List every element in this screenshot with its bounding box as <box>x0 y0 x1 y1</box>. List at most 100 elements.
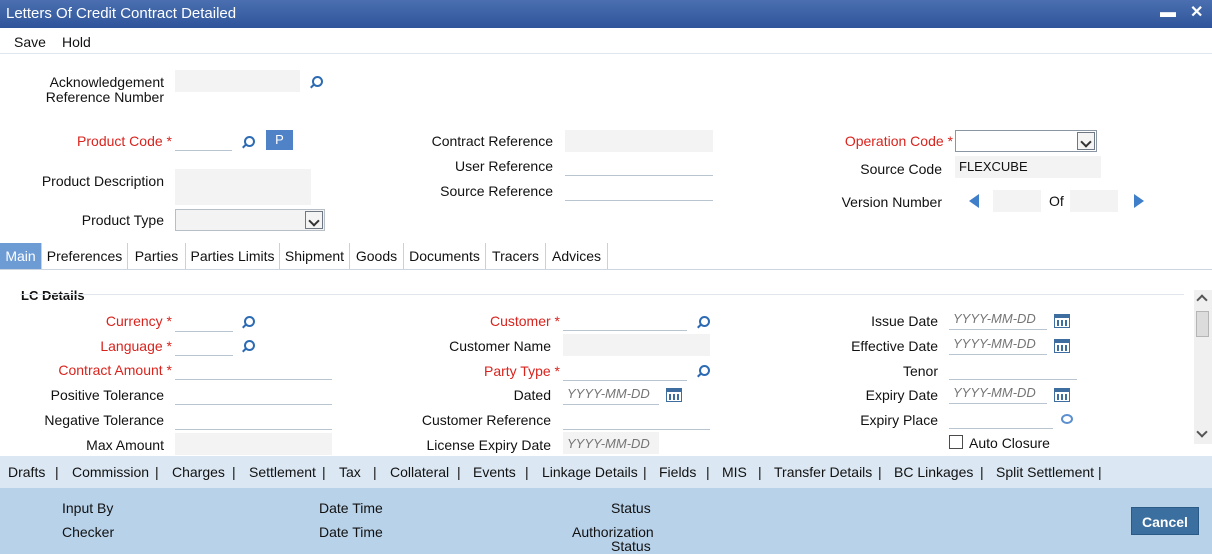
customer-input[interactable] <box>563 309 687 331</box>
version-number-input[interactable] <box>993 190 1041 212</box>
link-separator: | <box>525 464 529 480</box>
save-menu-item[interactable]: Save <box>14 34 46 50</box>
party-type-input[interactable] <box>563 359 687 381</box>
party-type-search-icon[interactable] <box>696 364 710 378</box>
product-description-input[interactable] <box>175 169 311 205</box>
tab-goods[interactable]: Goods <box>350 243 404 269</box>
product-code-search-icon[interactable] <box>241 135 255 149</box>
license-expiry-date-input[interactable] <box>563 432 659 454</box>
mis-link[interactable]: MIS <box>722 464 747 480</box>
auto-closure-checkbox[interactable] <box>949 435 963 449</box>
expiry-place-input[interactable] <box>949 407 1053 429</box>
source-reference-label: Source Reference <box>440 183 553 199</box>
collateral-link[interactable]: Collateral <box>390 464 449 480</box>
customer-reference-input[interactable] <box>563 408 710 430</box>
customer-search-icon[interactable] <box>696 315 710 329</box>
dated-input[interactable] <box>563 383 659 405</box>
dated-label: Dated <box>513 387 551 403</box>
negative-tolerance-label: Negative Tolerance <box>44 412 164 428</box>
tab-documents[interactable]: Documents <box>404 243 486 269</box>
close-icon[interactable]: ✕ <box>1190 4 1203 22</box>
contract-amount-input[interactable] <box>175 358 332 380</box>
dated-calendar-icon[interactable] <box>666 388 682 402</box>
product-code-input[interactable] <box>175 129 232 151</box>
product-button[interactable]: P <box>266 130 293 150</box>
expiry-place-label: Expiry Place <box>860 412 938 428</box>
tab-bar: Main Preferences Parties Parties Limits … <box>0 243 1212 270</box>
scroll-thumb[interactable] <box>1196 311 1209 337</box>
bc-linkages-link[interactable]: BC Linkages <box>894 464 973 480</box>
positive-tolerance-input[interactable] <box>175 383 332 405</box>
events-link[interactable]: Events <box>473 464 516 480</box>
tab-main[interactable]: Main <box>0 243 42 269</box>
settlement-link[interactable]: Settlement <box>249 464 316 480</box>
currency-search-icon[interactable] <box>241 315 255 329</box>
scroll-up-icon[interactable] <box>1196 294 1208 306</box>
vertical-scrollbar[interactable] <box>1194 290 1212 444</box>
menu-bar: Save Hold <box>0 28 1212 54</box>
link-separator: | <box>758 464 762 480</box>
language-label: Language * <box>100 338 172 354</box>
expiry-date-calendar-icon[interactable] <box>1054 388 1070 402</box>
subscreen-links-bar: Drafts | Commission | Charges | Settleme… <box>0 456 1212 488</box>
hold-menu-item[interactable]: Hold <box>62 34 91 50</box>
input-date-time-label: Date Time <box>319 500 383 516</box>
checker-date-time-label: Date Time <box>319 524 383 540</box>
drafts-link[interactable]: Drafts <box>8 464 45 480</box>
link-separator: | <box>980 464 984 480</box>
ack-ref-number-input[interactable] <box>175 70 300 92</box>
effective-date-input[interactable] <box>949 333 1047 355</box>
tenor-input[interactable] <box>949 358 1077 380</box>
tax-link[interactable]: Tax <box>339 464 361 480</box>
tab-preferences[interactable]: Preferences <box>42 243 128 269</box>
customer-reference-label: Customer Reference <box>421 412 551 428</box>
version-total-input[interactable] <box>1070 190 1118 212</box>
link-separator: | <box>1098 464 1102 480</box>
title-bar: Letters Of Credit Contract Detailed ▬ ✕ <box>0 0 1212 28</box>
fields-link[interactable]: Fields <box>659 464 696 480</box>
cancel-button[interactable]: Cancel <box>1131 507 1199 535</box>
source-reference-input[interactable] <box>565 179 713 201</box>
tab-shipment[interactable]: Shipment <box>280 243 350 269</box>
link-separator: | <box>878 464 882 480</box>
audit-footer <box>0 488 1212 554</box>
next-version-icon[interactable] <box>1134 194 1144 208</box>
issue-date-input[interactable] <box>949 308 1047 330</box>
expiry-date-input[interactable] <box>949 382 1047 404</box>
product-type-select[interactable] <box>175 209 325 231</box>
language-input[interactable] <box>175 334 233 356</box>
tab-advices[interactable]: Advices <box>546 243 608 269</box>
chevron-down-icon <box>305 211 323 229</box>
effective-date-calendar-icon[interactable] <box>1054 339 1070 353</box>
negative-tolerance-input[interactable] <box>175 408 332 430</box>
minimize-icon[interactable]: ▬ <box>1160 4 1176 22</box>
currency-input[interactable] <box>175 310 233 332</box>
tab-tracers[interactable]: Tracers <box>486 243 546 269</box>
language-search-icon[interactable] <box>241 339 255 353</box>
tab-parties[interactable]: Parties <box>128 243 186 269</box>
linkage-details-link[interactable]: Linkage Details <box>542 464 638 480</box>
previous-version-icon[interactable] <box>969 194 979 208</box>
source-code-value: FLEXCUBE <box>955 156 1101 178</box>
scroll-down-icon[interactable] <box>1196 426 1208 438</box>
transfer-details-link[interactable]: Transfer Details <box>774 464 872 480</box>
product-description-label: Product Description <box>41 173 164 189</box>
link-separator: | <box>643 464 647 480</box>
operation-code-label: Operation Code * <box>844 133 953 149</box>
auto-closure-label: Auto Closure <box>969 435 1050 451</box>
issue-date-calendar-icon[interactable] <box>1054 314 1070 328</box>
split-settlement-link[interactable]: Split Settlement <box>996 464 1094 480</box>
commission-link[interactable]: Commission <box>72 464 149 480</box>
contract-reference-input[interactable] <box>565 130 713 152</box>
max-amount-input[interactable] <box>175 433 332 455</box>
comment-icon[interactable] <box>1061 414 1073 424</box>
customer-name-input[interactable] <box>563 334 710 356</box>
user-reference-input[interactable] <box>565 154 713 176</box>
version-number-label: Version Number <box>841 194 942 210</box>
charges-link[interactable]: Charges <box>172 464 225 480</box>
ack-ref-search-icon[interactable] <box>309 75 323 89</box>
operation-code-select[interactable] <box>955 130 1097 152</box>
window-title: Letters Of Credit Contract Detailed <box>6 5 237 22</box>
tab-parties-limits[interactable]: Parties Limits <box>186 243 280 269</box>
link-separator: | <box>55 464 59 480</box>
